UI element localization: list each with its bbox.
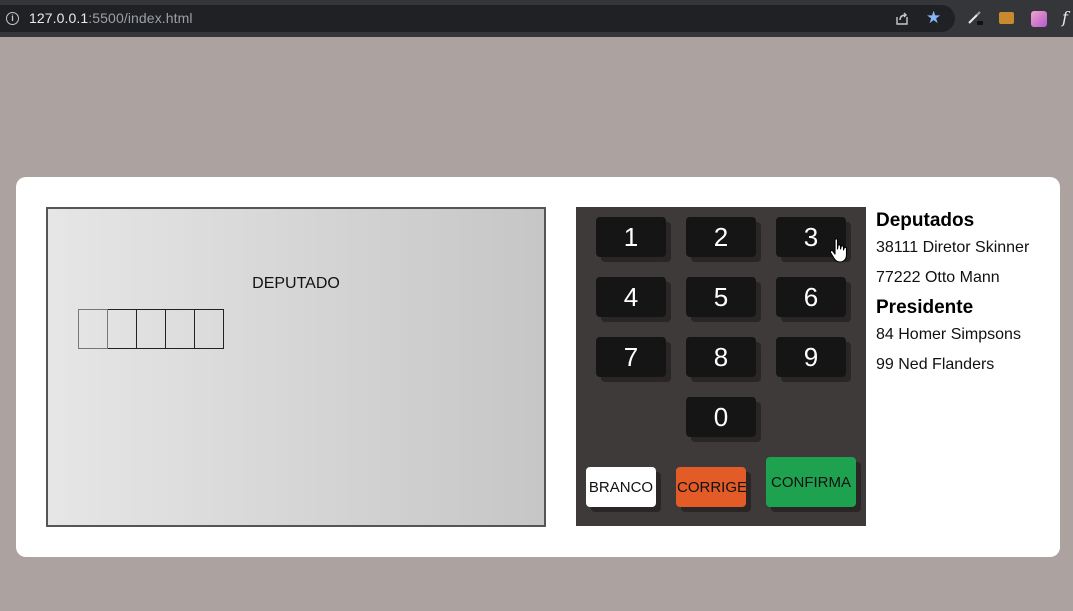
presidente-item: 99 Ned Flanders [876, 356, 995, 373]
url-path: :5500/index.html [88, 10, 193, 26]
key-6[interactable]: 6 [776, 277, 846, 317]
deputado-item: 38111 Diretor Skinner [876, 239, 1030, 256]
folder-extension-icon[interactable] [999, 12, 1014, 24]
color-extension-icon[interactable] [1031, 11, 1047, 27]
digit-box [108, 309, 137, 349]
bookmark-star-icon[interactable]: ★ [926, 9, 941, 27]
pen-extension-icon[interactable] [967, 11, 983, 25]
share-icon[interactable] [894, 10, 910, 31]
url-host: 127.0.0.1 [29, 10, 89, 26]
number-input-boxes [78, 309, 224, 349]
key-5[interactable]: 5 [686, 277, 756, 317]
voting-screen: DEPUTADO [46, 207, 546, 527]
info-icon[interactable]: i [6, 12, 19, 25]
hand-cursor-icon [829, 238, 849, 269]
key-7[interactable]: 7 [596, 337, 666, 377]
key-2[interactable]: 2 [686, 217, 756, 257]
screen-title: DEPUTADO [252, 275, 340, 292]
candidate-list: Deputados 38111 Diretor Skinner 77222 Ot… [876, 209, 1056, 380]
digit-box [137, 309, 166, 349]
keypad: 1 2 3 4 5 6 7 8 9 0 BRANCO CORRIGE CONFI… [576, 207, 866, 526]
deputados-heading: Deputados [876, 210, 975, 231]
browser-toolbar: i 127.0.0.1:5500/index.html ★ f [0, 0, 1073, 37]
address-bar[interactable]: i 127.0.0.1:5500/index.html ★ [0, 5, 955, 32]
key-9[interactable]: 9 [776, 337, 846, 377]
digit-box [78, 309, 108, 349]
digit-box [195, 309, 224, 349]
presidente-heading: Presidente [876, 297, 974, 318]
key-8[interactable]: 8 [686, 337, 756, 377]
digit-box [166, 309, 195, 349]
branco-button[interactable]: BRANCO [586, 467, 656, 507]
confirma-button[interactable]: CONFIRMA [766, 457, 856, 507]
key-4[interactable]: 4 [596, 277, 666, 317]
url-text[interactable]: 127.0.0.1:5500/index.html [29, 10, 193, 26]
presidente-item: 84 Homer Simpsons [876, 326, 1021, 343]
voting-machine-card: DEPUTADO 1 2 3 4 5 6 7 8 9 0 BRANCO CORR… [16, 177, 1060, 557]
deputado-item: 77222 Otto Mann [876, 269, 1000, 286]
function-extension-icon[interactable]: f [1062, 8, 1068, 27]
key-1[interactable]: 1 [596, 217, 666, 257]
corrige-button[interactable]: CORRIGE [676, 467, 746, 507]
key-0[interactable]: 0 [686, 397, 756, 437]
